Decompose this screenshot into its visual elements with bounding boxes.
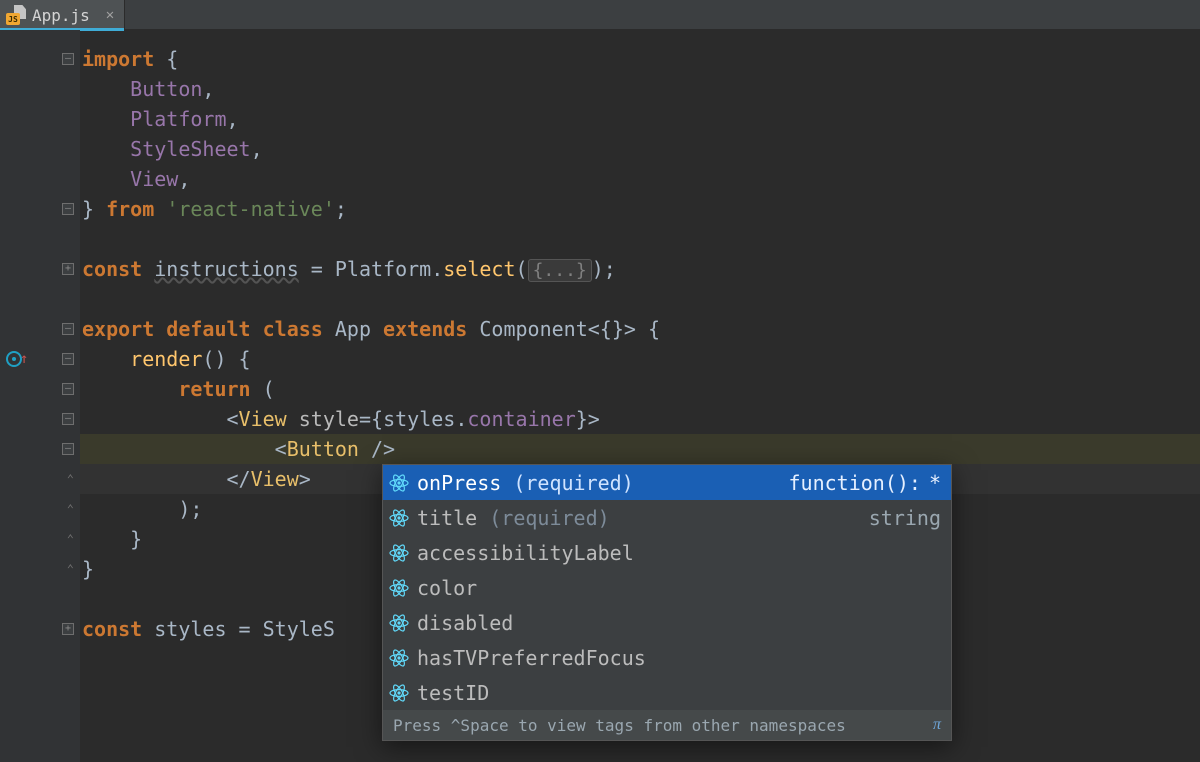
completion-item-type: string	[869, 506, 941, 530]
code-line[interactable]: Button,	[80, 74, 1200, 104]
gutter-line	[0, 284, 80, 314]
gutter-line	[0, 254, 80, 284]
gutter-line: ⌃	[0, 464, 80, 494]
code-line[interactable]	[80, 224, 1200, 254]
completion-footer: Press ^Space to view tags from other nam…	[383, 710, 951, 740]
close-icon[interactable]: ✕	[106, 7, 114, 23]
gutter-line	[0, 194, 80, 224]
gutter-line	[0, 164, 80, 194]
react-icon	[389, 543, 409, 563]
code-line[interactable]: export default class App extends Compone…	[80, 314, 1200, 344]
fold-collapse-icon[interactable]	[62, 413, 74, 425]
completion-item[interactable]: hasTVPreferredFocus	[383, 640, 951, 675]
gutter-line: ↑	[0, 344, 80, 374]
fold-collapse-icon[interactable]	[62, 353, 74, 365]
completion-item[interactable]: disabled	[383, 605, 951, 640]
code-line[interactable]: <Button />	[80, 434, 1200, 464]
code-line[interactable]: import {	[80, 44, 1200, 74]
react-icon	[389, 578, 409, 598]
completion-item[interactable]: accessibilityLabel	[383, 535, 951, 570]
fold-collapse-icon[interactable]	[62, 443, 74, 455]
completion-item-label: title (required)	[417, 506, 861, 530]
fold-collapse-icon[interactable]	[62, 323, 74, 335]
fold-collapse-icon[interactable]	[62, 203, 74, 215]
gutter-line	[0, 74, 80, 104]
gutter-line	[0, 224, 80, 254]
tab-filename: App.js	[32, 6, 90, 25]
gutter-line: ⌃	[0, 494, 80, 524]
gutter-line: ⌃	[0, 524, 80, 554]
completion-item-label: hasTVPreferredFocus	[417, 646, 941, 670]
completion-item[interactable]: title (required) string	[383, 500, 951, 535]
gutter-line	[0, 104, 80, 134]
code-line[interactable]: const instructions = Platform.select({..…	[80, 254, 1200, 284]
gutter-line	[0, 134, 80, 164]
gutter-line	[0, 404, 80, 434]
fold-collapse-icon[interactable]	[62, 53, 74, 65]
gutter-line	[0, 44, 80, 74]
code-line[interactable]: render() {	[80, 344, 1200, 374]
fold-end-icon: ⌃	[67, 532, 74, 546]
react-icon	[389, 473, 409, 493]
completion-footer-text: Press ^Space to view tags from other nam…	[393, 716, 846, 735]
tab-bar: JS App.js ✕	[0, 0, 1200, 30]
code-editor[interactable]: ↑ ⌃ ⌃ ⌃ ⌃ import { Button, Platform, StyleSh…	[0, 30, 1200, 762]
completion-item[interactable]: color	[383, 570, 951, 605]
folded-region[interactable]: {...}	[528, 259, 592, 282]
code-line[interactable]: } from 'react-native';	[80, 194, 1200, 224]
gutter-line	[0, 314, 80, 344]
gutter-line	[0, 374, 80, 404]
fold-collapse-icon[interactable]	[62, 383, 74, 395]
override-marker-icon[interactable]: ↑	[6, 351, 28, 367]
code-line[interactable]: StyleSheet,	[80, 134, 1200, 164]
gutter-line	[0, 584, 80, 614]
completion-item-label: accessibilityLabel	[417, 541, 941, 565]
fold-end-icon: ⌃	[67, 472, 74, 486]
pi-icon[interactable]: π	[933, 716, 941, 734]
react-icon	[389, 613, 409, 633]
completion-item-label: onPress (required)	[417, 471, 781, 495]
tab-app-js[interactable]: JS App.js ✕	[0, 0, 125, 30]
completion-item-label: testID	[417, 681, 941, 705]
js-file-icon: JS	[6, 5, 26, 25]
fold-expand-icon[interactable]	[62, 623, 74, 635]
fold-end-icon: ⌃	[67, 562, 74, 576]
code-line[interactable]: return (	[80, 374, 1200, 404]
code-line[interactable]	[80, 284, 1200, 314]
react-icon	[389, 508, 409, 528]
completion-item[interactable]: onPress (required)function(): *	[383, 465, 951, 500]
gutter-line	[0, 614, 80, 644]
code-line[interactable]: View,	[80, 164, 1200, 194]
completion-item-type: function():	[789, 471, 921, 495]
completion-item-label: disabled	[417, 611, 941, 635]
completion-item[interactable]: testID	[383, 675, 951, 710]
gutter: ↑ ⌃ ⌃ ⌃ ⌃	[0, 30, 80, 762]
code-completion-popup[interactable]: onPress (required)function(): *title (re…	[382, 464, 952, 741]
react-icon	[389, 683, 409, 703]
fold-expand-icon[interactable]	[62, 263, 74, 275]
code-line[interactable]: <View style={styles.container}>	[80, 404, 1200, 434]
fold-end-icon: ⌃	[67, 502, 74, 516]
gutter-line	[0, 434, 80, 464]
code-line[interactable]: Platform,	[80, 104, 1200, 134]
react-icon	[389, 648, 409, 668]
gutter-line: ⌃	[0, 554, 80, 584]
completion-item-label: color	[417, 576, 941, 600]
